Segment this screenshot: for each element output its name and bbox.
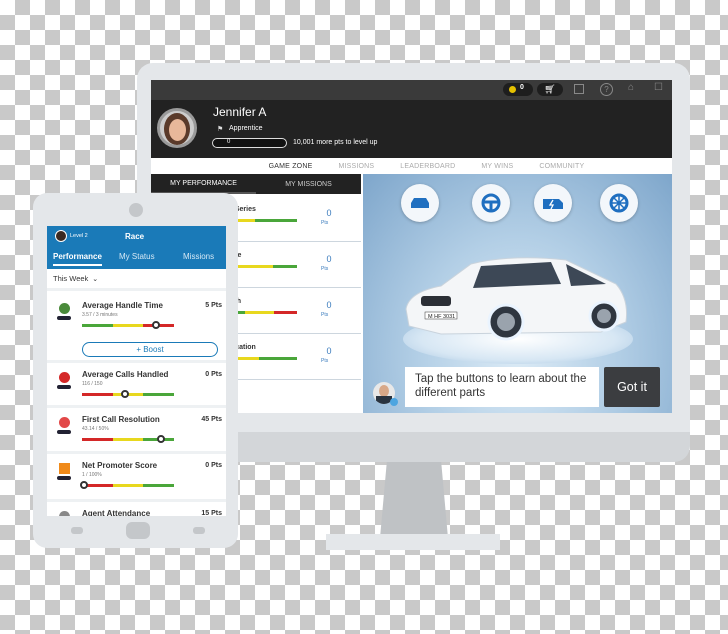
- row-pts: 0: [326, 208, 332, 218]
- metric-title: Average Calls Handled: [82, 370, 169, 379]
- funnel-icon: [55, 371, 73, 391]
- metric-subtitle: 116 / 150: [82, 381, 103, 387]
- metric-title: Agent Attendance: [82, 509, 151, 516]
- metric-title: Net Promoter Score: [82, 461, 158, 470]
- tab-performance[interactable]: Performance: [53, 252, 102, 266]
- car-body-icon: [411, 198, 429, 208]
- nav-game-zone[interactable]: GAME ZONE: [269, 163, 313, 170]
- row-pts: 0: [326, 254, 332, 264]
- online-indicator: [390, 398, 398, 406]
- flag-icon: ⚑: [217, 126, 224, 133]
- steering-wheel-button[interactable]: [472, 184, 510, 222]
- tab-my-performance[interactable]: MY PERFORMANCE: [151, 174, 256, 194]
- metric-progress-bar: [82, 484, 175, 487]
- row-pts-label: Pts: [321, 220, 329, 226]
- nav-missions[interactable]: MISSIONS: [338, 163, 374, 170]
- avatar[interactable]: [157, 108, 197, 148]
- engine-button[interactable]: [534, 184, 572, 222]
- steering-wheel-icon: [481, 193, 501, 213]
- row-bar: [229, 265, 297, 268]
- metric-knob[interactable]: [121, 390, 130, 398]
- phone-back-button[interactable]: [71, 527, 83, 534]
- phone-home-button[interactable]: [126, 522, 150, 539]
- tab-missions[interactable]: Missions: [183, 252, 214, 261]
- metric-title: Average Handle Time: [82, 301, 163, 310]
- engine-icon: [543, 199, 563, 210]
- row-bar: [229, 219, 297, 222]
- row-bar: [229, 357, 297, 360]
- row-pts-label: Pts: [321, 358, 329, 364]
- metric-subtitle: 3.57 / 3 minutes: [82, 312, 118, 318]
- metric-title: First Call Resolution: [82, 415, 160, 424]
- mobile-header: Level 2 Race Performance My Status Missi…: [47, 226, 226, 269]
- metric-points: 15 Pts: [201, 510, 222, 516]
- car-image: M HF 3031: [405, 257, 627, 341]
- row-pts: 0: [326, 346, 332, 356]
- metric-row[interactable]: Agent Attendance 15 Pts: [47, 502, 226, 516]
- row-pts-label: Pts: [321, 266, 329, 272]
- row-bar: [229, 311, 297, 314]
- coin-icon: [509, 86, 516, 93]
- metric-row[interactable]: Average Calls Handled 116 / 150 0 Pts: [47, 363, 226, 408]
- mobile-screen: Level 2 Race Performance My Status Missi…: [47, 226, 226, 516]
- phone-camera: [129, 203, 143, 217]
- metric-subtitle: 1 / 100%: [82, 472, 102, 478]
- car-body-button[interactable]: [401, 184, 439, 222]
- top-bar: 0 🛒︎ ? ⌂ ☐: [151, 80, 672, 100]
- user-icon[interactable]: ⌂: [628, 82, 634, 93]
- row-pts: 0: [326, 300, 332, 310]
- metric-progress-bar: [82, 324, 175, 327]
- coin-counter[interactable]: 0: [503, 83, 533, 96]
- level-label: Level 2: [70, 233, 88, 239]
- metric-subtitle: 43.14 / 50%: [82, 426, 109, 432]
- chevron-down-icon: ⌄: [92, 275, 99, 283]
- layout-icon[interactable]: [574, 84, 584, 94]
- metric-row[interactable]: Net Promoter Score 1 / 100% 0 Pts: [47, 454, 226, 502]
- tab-my-status[interactable]: My Status: [119, 252, 155, 261]
- metric-points: 45 Pts: [201, 416, 222, 423]
- metric-row[interactable]: First Call Resolution 43.14 / 50% 45 Pts: [47, 408, 226, 454]
- license-plate: M HF 3031: [428, 314, 455, 320]
- cart-icon[interactable]: 🛒︎: [537, 83, 563, 96]
- monitor-stand: [380, 462, 448, 538]
- hourglass-icon: [55, 302, 73, 322]
- boost-button[interactable]: + Boost: [82, 342, 218, 357]
- got-it-button[interactable]: Got it: [604, 367, 660, 407]
- row-pts-label: Pts: [321, 312, 329, 318]
- star-icon: [55, 462, 73, 482]
- metric-knob[interactable]: [157, 435, 166, 443]
- metric-points: 5 Pts: [205, 302, 222, 309]
- period-value: This Week: [53, 274, 89, 283]
- panel-tabs: MY PERFORMANCE MY MISSIONS: [151, 174, 361, 194]
- period-select[interactable]: This Week ⌄: [47, 269, 226, 291]
- mobile-title: Race: [125, 232, 145, 241]
- progress-value: 0: [227, 139, 231, 145]
- coin-count: 0: [520, 84, 524, 91]
- nav-my-wins[interactable]: MY WINS: [481, 163, 513, 170]
- tab-my-missions[interactable]: MY MISSIONS: [256, 174, 361, 194]
- lightbulb-icon: [55, 416, 73, 436]
- main-nav: GAME ZONE MISSIONS LEADERBOARD MY WINS C…: [151, 158, 672, 174]
- level-up-text: 10,001 more pts to level up: [293, 139, 378, 146]
- bell-icon[interactable]: ☐: [654, 82, 663, 93]
- car-showroom: M HF 3031 Tap the buttons to learn about…: [363, 174, 672, 413]
- metric-points: 0 Pts: [205, 462, 222, 469]
- wheel-button[interactable]: [600, 184, 638, 222]
- profile-header: Jennifer A ⚑ Apprentice 0 10,001 more pt…: [151, 100, 672, 158]
- user-rank: Apprentice: [229, 125, 263, 132]
- level-progress-bar: 0: [212, 138, 287, 148]
- tip-message: Tap the buttons to learn about the diffe…: [405, 367, 599, 407]
- phone-menu-button[interactable]: [193, 527, 205, 534]
- calendar-icon: [55, 510, 73, 516]
- metric-knob[interactable]: [79, 481, 88, 489]
- nav-leaderboard[interactable]: LEADERBOARD: [400, 163, 455, 170]
- wheel-icon: [609, 193, 629, 213]
- nav-community[interactable]: COMMUNITY: [539, 163, 584, 170]
- help-icon[interactable]: ?: [600, 83, 613, 96]
- metric-points: 0 Pts: [205, 371, 222, 378]
- monitor-stand-base: [326, 534, 500, 550]
- metric-knob[interactable]: [151, 321, 160, 329]
- user-name: Jennifer A: [213, 105, 267, 119]
- mobile-avatar[interactable]: [55, 230, 67, 242]
